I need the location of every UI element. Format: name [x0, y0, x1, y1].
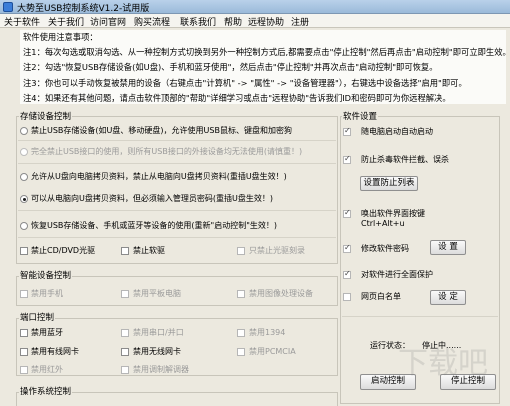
autostart-label[interactable]: 随电脑启动自动启动	[361, 126, 433, 137]
window-title: 大势至USB控制系统V1.2-试用版	[17, 4, 150, 14]
notes-panel: 软件使用注意事项： 注1：每次勾选或取消勾选、从一种控制方式切换到另外一种控制方…	[20, 30, 510, 104]
storage-option-label[interactable]: 允许从U盘向电脑拷贝资料，禁止从电脑向U盘拷贝资料(重插U盘生效！)	[31, 171, 287, 182]
whitelist-label[interactable]: 网页白名单	[361, 291, 401, 302]
menu-remote-assist[interactable]: 远程协助	[248, 15, 284, 28]
whitelist-checkbox[interactable]	[343, 293, 351, 301]
menu-about-us[interactable]: 关于我们	[48, 15, 84, 28]
menu-bar: 关于软件 关于我们 访问官网 购买流程 联系我们 帮助 远程协助 注册	[0, 14, 510, 28]
note-line: 注2：勾选"恢复USB存储设备(如U盘)、手机和蓝牙使用"，然后点击"停止控制"…	[23, 62, 438, 72]
disable-tablet-label[interactable]: 禁用平板电脑	[133, 288, 181, 299]
disable-burning-checkbox[interactable]	[237, 247, 245, 255]
disable-bluetooth-label[interactable]: 禁用蓝牙	[31, 327, 63, 338]
storage-option-label[interactable]: 可以从电脑向U盘拷贝资料，但必须输入管理员密码(重插U盘生效！)	[31, 193, 273, 204]
disable-wired-nic-checkbox[interactable]	[20, 348, 28, 356]
storage-option-radio[interactable]	[20, 127, 28, 135]
window-edge	[501, 110, 510, 406]
note-line: 注3：你也可以手动恢复被禁用的设备（右键点击"计算机" -> "属性" -> "…	[23, 78, 467, 88]
hotkey-combo: Ctrl+Alt+u	[361, 219, 405, 228]
disable-tablet-checkbox[interactable]	[121, 290, 129, 298]
disable-infrared-label[interactable]: 禁用红外	[31, 364, 63, 375]
storage-option-label[interactable]: 恢复USB存储设备、手机或蓝牙等设备的使用(重新"启动控制"生效！)	[31, 220, 277, 231]
protect-label[interactable]: 对软件进行全面保护	[361, 269, 433, 280]
menu-contact[interactable]: 联系我们	[180, 15, 216, 28]
disable-imaging-label[interactable]: 禁用图像处理设备	[249, 288, 313, 299]
menu-register[interactable]: 注册	[291, 15, 309, 28]
smart-device-title: 智能设备控制	[19, 269, 73, 281]
password-checkbox[interactable]	[343, 243, 351, 253]
note-line: 注1：每次勾选或取消勾选、从一种控制方式切换到另外一种控制方式后,都需要点击"停…	[23, 47, 510, 57]
storage-option-radio-selected[interactable]	[20, 195, 28, 203]
password-set-button[interactable]: 设 置	[430, 240, 466, 255]
disable-pcmcia-label[interactable]: 禁用PCMCIA	[249, 346, 296, 357]
divider	[342, 316, 498, 317]
divider	[18, 210, 336, 211]
menu-help[interactable]: 帮助	[224, 15, 242, 28]
notes-heading: 软件使用注意事项：	[23, 32, 98, 42]
disable-imaging-checkbox[interactable]	[237, 290, 245, 298]
storage-option-radio[interactable]	[20, 173, 28, 181]
storage-option-radio[interactable]	[20, 148, 28, 156]
disable-wireless-nic-label[interactable]: 禁用无线网卡	[133, 346, 181, 357]
app-icon	[3, 2, 13, 12]
disable-wireless-nic-checkbox[interactable]	[121, 348, 129, 356]
disable-wired-nic-label[interactable]: 禁用有线网卡	[31, 346, 79, 357]
menu-official-site[interactable]: 访问官网	[90, 15, 126, 28]
menu-purchase[interactable]: 购买流程	[134, 15, 170, 28]
storage-option-label[interactable]: 完全禁止USB接口的使用，则所有USB接口的外接设备均无法使用(请慎重！)	[31, 146, 302, 157]
software-settings-title: 软件设置	[342, 110, 379, 122]
os-control-title: 操作系统控制	[19, 385, 73, 397]
disable-modem-label[interactable]: 禁用调制解调器	[133, 364, 189, 375]
menu-about-software[interactable]: 关于软件	[4, 15, 40, 28]
storage-option-radio[interactable]	[20, 222, 28, 230]
divider	[18, 140, 336, 141]
port-control-title: 端口控制	[19, 311, 56, 323]
disable-floppy-label[interactable]: 禁止软驱	[133, 245, 165, 256]
disable-phone-checkbox[interactable]	[20, 290, 28, 298]
disable-modem-checkbox[interactable]	[121, 366, 129, 374]
disable-1394-label[interactable]: 禁用1394	[249, 327, 285, 338]
disable-infrared-checkbox[interactable]	[20, 366, 28, 374]
anti-kill-checkbox[interactable]	[343, 154, 351, 164]
watermark: 下载吧	[398, 346, 488, 381]
autostart-checkbox[interactable]	[343, 126, 351, 136]
disable-bluetooth-checkbox[interactable]	[20, 329, 28, 337]
disable-phone-label[interactable]: 禁用手机	[31, 288, 63, 299]
storage-control-group	[16, 116, 338, 264]
storage-option-label[interactable]: 禁止USB存储设备(如U盘、移动硬盘)，允许使用USB鼠标、键盘和加密狗	[31, 125, 292, 136]
main-window: 大势至USB控制系统V1.2-试用版 关于软件 关于我们 访问官网 购买流程 联…	[0, 0, 510, 406]
storage-control-title: 存储设备控制	[19, 110, 73, 122]
disable-serial-label[interactable]: 禁用串口/并口	[133, 327, 184, 338]
disable-serial-checkbox[interactable]	[121, 329, 129, 337]
hotkey-checkbox[interactable]	[343, 208, 351, 218]
disable-1394-checkbox[interactable]	[237, 329, 245, 337]
note-line: 注4：如果还有其他问题，请点击软件顶部的"帮助"详细学习或点击"远程协助"告诉我…	[23, 93, 451, 103]
hotkey-label[interactable]: 唤出软件界面按键	[361, 208, 425, 219]
protect-checkbox[interactable]	[343, 269, 351, 279]
set-anti-list-button[interactable]: 设置防止列表	[360, 176, 418, 191]
password-label[interactable]: 修改软件密码	[361, 243, 409, 254]
disable-cd-label[interactable]: 禁止CD/DVD光驱	[31, 245, 95, 256]
anti-kill-label[interactable]: 防止杀毒软件拦截、误杀	[361, 154, 449, 165]
disable-burning-label[interactable]: 只禁止光驱刻录	[249, 245, 305, 256]
whitelist-set-button[interactable]: 设 定	[430, 290, 466, 305]
divider	[18, 237, 336, 238]
divider	[18, 163, 336, 164]
disable-cd-checkbox[interactable]	[20, 247, 28, 255]
disable-floppy-checkbox[interactable]	[121, 247, 129, 255]
title-bar: 大势至USB控制系统V1.2-试用版	[0, 0, 510, 14]
disable-pcmcia-checkbox[interactable]	[237, 348, 245, 356]
